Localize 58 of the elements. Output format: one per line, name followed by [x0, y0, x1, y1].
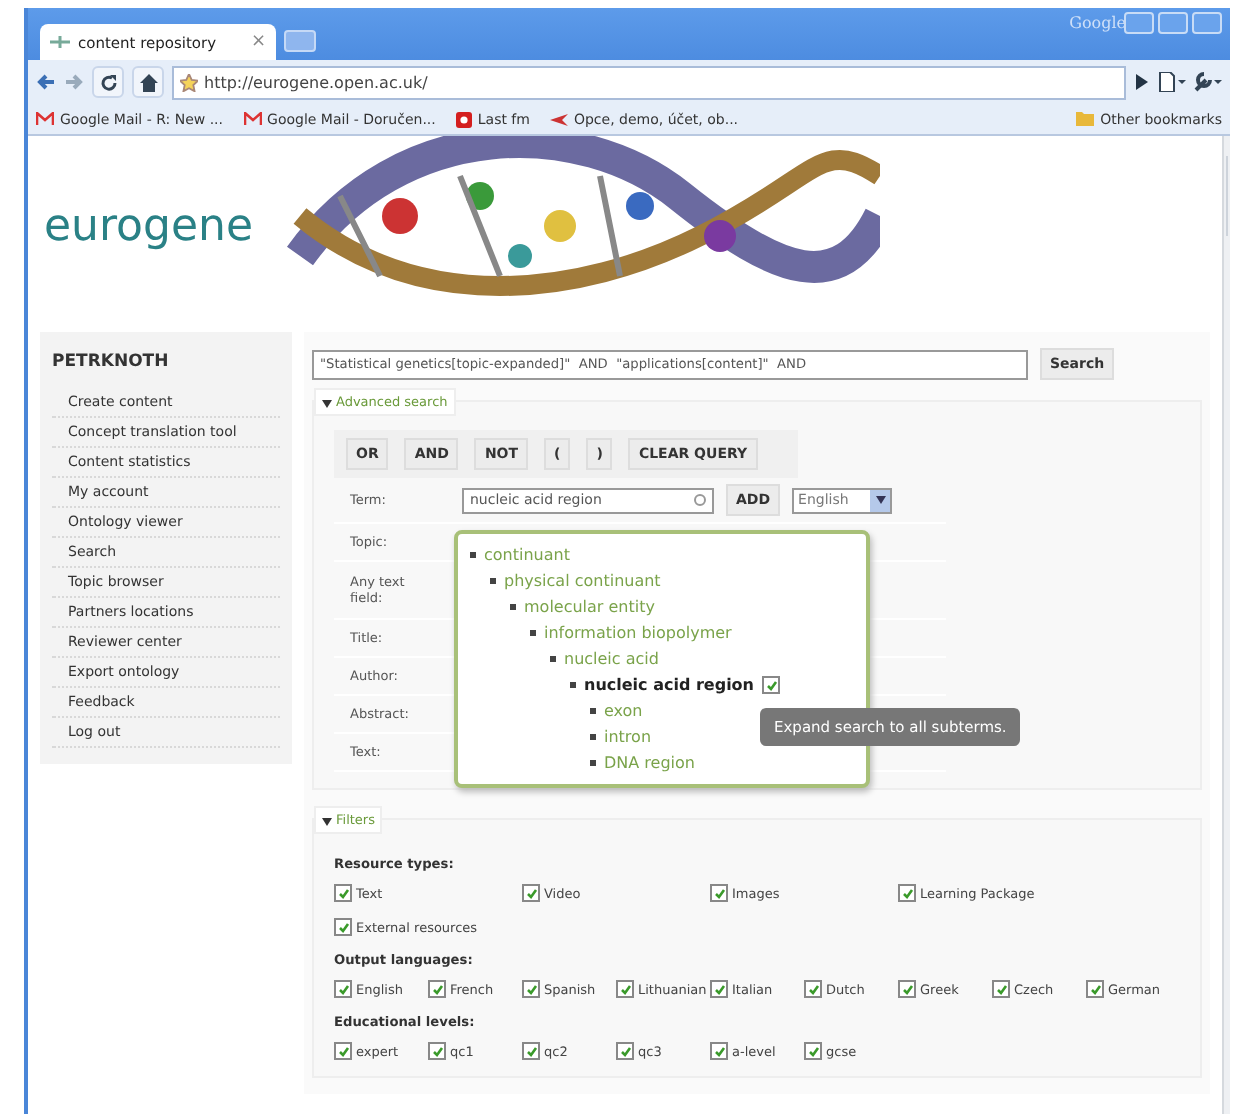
checkbox[interactable] — [710, 1042, 728, 1060]
checkbox[interactable] — [522, 884, 540, 902]
wrench-icon[interactable] — [1194, 72, 1222, 92]
bullet-icon — [470, 552, 476, 558]
mail-icon — [243, 112, 262, 126]
arrow-icon — [549, 113, 568, 125]
close-button[interactable]: × — [250, 32, 266, 52]
checkbox[interactable] — [710, 884, 728, 902]
reload-icon — [99, 73, 117, 91]
checkbox[interactable] — [334, 980, 352, 998]
checkbox[interactable] — [898, 884, 916, 902]
star-icon[interactable] — [180, 73, 198, 91]
checkbox[interactable] — [334, 918, 352, 936]
bullet-icon — [570, 682, 576, 688]
reload-button[interactable] — [92, 66, 124, 98]
music-icon — [455, 111, 472, 127]
checkbox[interactable] — [616, 980, 634, 998]
checkbox[interactable] — [992, 980, 1010, 998]
checkbox[interactable] — [804, 980, 822, 998]
checkbox[interactable] — [616, 1042, 634, 1060]
checkbox[interactable] — [522, 980, 540, 998]
home-button[interactable] — [132, 66, 164, 98]
checkbox[interactable] — [334, 884, 352, 902]
url-text: http://eurogene.open.ac.uk/ — [204, 73, 428, 91]
site-logo: eurogene — [42, 201, 255, 251]
tree-item[interactable]: nucleic acid region — [584, 676, 754, 694]
checkbox[interactable] — [762, 676, 780, 694]
checkbox[interactable] — [428, 1042, 446, 1060]
page-menu-icon[interactable] — [1158, 72, 1186, 92]
dropdown-icon — [875, 496, 886, 504]
checkbox[interactable] — [898, 980, 916, 998]
tab-icon — [50, 36, 70, 48]
checkbox[interactable] — [334, 1042, 352, 1060]
play-icon[interactable] — [1134, 74, 1150, 90]
bullet-icon — [590, 760, 596, 766]
bullet-icon — [590, 734, 596, 740]
back-icon[interactable] — [36, 72, 56, 92]
bullet-icon — [510, 604, 516, 610]
sidebar-title: PETRKNOTH — [52, 352, 171, 372]
checkbox[interactable] — [428, 980, 446, 998]
bullet-icon — [550, 656, 556, 662]
minimize-button[interactable] — [1124, 12, 1154, 34]
checkbox[interactable] — [1086, 980, 1104, 998]
checkbox[interactable] — [804, 1042, 822, 1060]
brand-label: Google — [1069, 14, 1126, 32]
address-bar[interactable]: http://eurogene.open.ac.uk/ — [172, 65, 1126, 99]
home-icon — [139, 73, 157, 91]
checkbox[interactable] — [710, 980, 728, 998]
close-button[interactable] — [1192, 12, 1222, 34]
checkbox[interactable] — [522, 1042, 540, 1060]
bullet-icon — [530, 630, 536, 636]
bullet-icon — [490, 578, 496, 584]
mail-icon — [36, 112, 54, 126]
clear-icon[interactable] — [694, 494, 706, 506]
forward-icon[interactable] — [64, 72, 84, 92]
bullet-icon — [590, 708, 596, 714]
folder-icon — [1076, 112, 1095, 126]
maximize-button[interactable] — [1158, 12, 1188, 34]
